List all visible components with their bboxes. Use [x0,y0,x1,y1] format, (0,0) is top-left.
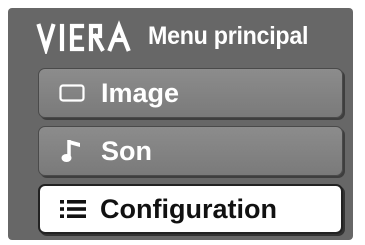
menu-item-label: Configuration [100,193,277,224]
menu-item-configuration[interactable]: Configuration [38,184,343,234]
menu-header: Menu principal [8,8,353,68]
list-icon [56,186,90,232]
menu-item-label: Son [101,135,152,166]
picture-icon [55,69,89,117]
menu-item-image[interactable]: Image [38,68,343,118]
menu-title: Menu principal [148,22,309,50]
menu-item-son[interactable]: Son [38,126,343,176]
music-note-icon [55,127,89,175]
menu-item-label: Image [101,77,180,108]
viera-logo [36,20,131,54]
main-menu-panel: Menu principal Image Son Configuration [8,8,353,240]
